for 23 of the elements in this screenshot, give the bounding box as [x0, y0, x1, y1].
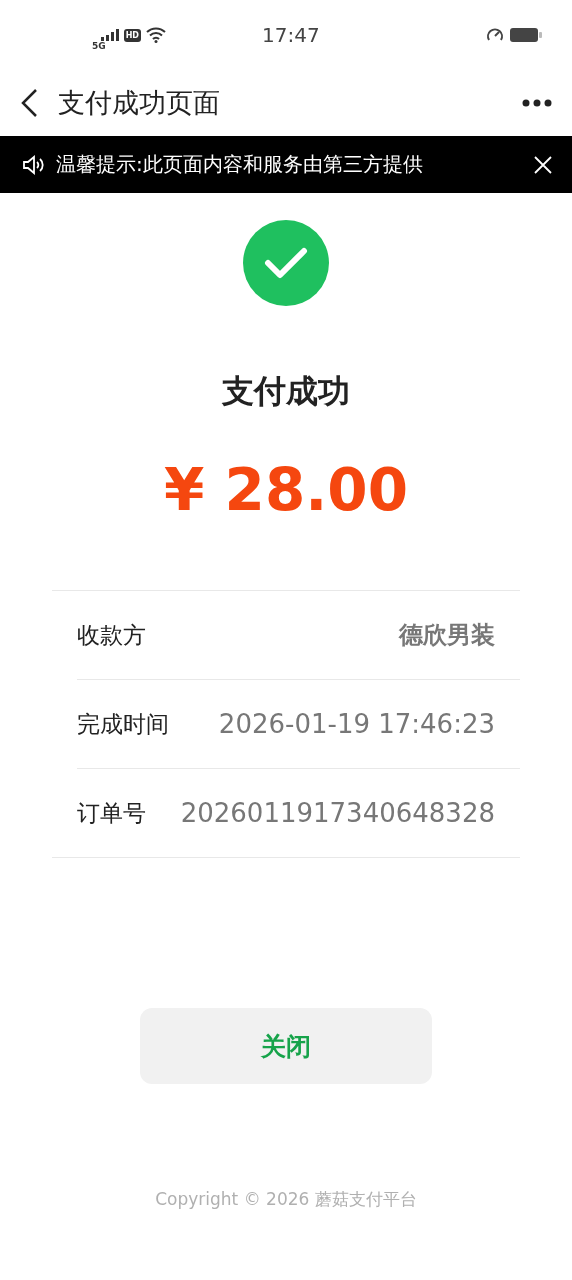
- more-icon[interactable]: [522, 99, 552, 107]
- signal-icon: [100, 29, 119, 41]
- detail-label: 完成时间: [77, 709, 169, 739]
- detail-value: 德欣男装: [399, 620, 495, 651]
- speaker-icon: [22, 154, 46, 175]
- battery-icon: [510, 28, 542, 42]
- network-label: 5G: [92, 41, 106, 51]
- close-icon[interactable]: [534, 155, 552, 174]
- detail-label: 订单号: [77, 798, 146, 828]
- wifi-icon: [146, 27, 166, 43]
- detail-value: 2026011917340648328: [180, 798, 495, 828]
- detail-value: 2026-01-19 17:46:23: [218, 709, 495, 739]
- copyright-text: Copyright © 2026 蘑菇支付平台: [155, 1188, 417, 1211]
- hd-badge: HD: [123, 28, 141, 42]
- notice-text: 温馨提示:此页面内容和服务由第三方提供: [56, 151, 423, 178]
- page-title: 支付成功页面: [58, 86, 220, 120]
- close-button[interactable]: 关闭: [140, 1008, 432, 1084]
- detail-label: 收款方: [77, 620, 146, 650]
- status-time: 17:47: [262, 23, 320, 47]
- success-check-icon: [243, 220, 329, 306]
- back-icon[interactable]: [20, 88, 38, 118]
- result-title: 支付成功: [222, 371, 350, 412]
- amount: ¥ 28.00: [164, 456, 408, 524]
